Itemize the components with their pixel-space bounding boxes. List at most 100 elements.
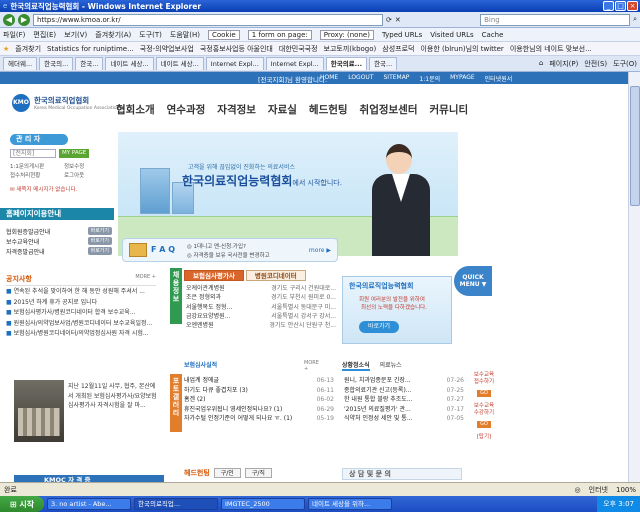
- forward-icon[interactable]: ▶: [18, 13, 30, 26]
- tab-hospital-coordinator[interactable]: 병원코디네이터: [245, 270, 306, 281]
- site-logo[interactable]: KMO 한국의료직업협회 Korea Medical Occupation As…: [12, 94, 120, 112]
- home-icon[interactable]: ⌂: [539, 59, 543, 69]
- gallery-caption[interactable]: 지난 12월11일 사무, 협주, 본산에서 개최된 보험심사평가사/요양보험심…: [68, 382, 160, 411]
- fav-item[interactable]: 이용한님의 네이트 맞보선...: [510, 44, 592, 54]
- logout-link[interactable]: 로그아웃: [64, 171, 114, 179]
- mainnav-about[interactable]: 협회소개: [116, 102, 155, 117]
- list-item[interactable]: 조은 정형외과 경기도 부천시 원미로 0...: [186, 293, 336, 302]
- maximize-button[interactable]: □: [615, 1, 626, 11]
- page-menu[interactable]: 페이지(P): [549, 59, 578, 69]
- tab-medical-news[interactable]: 의료뉴스: [380, 360, 402, 371]
- browser-tab[interactable]: 한국의...: [39, 57, 74, 70]
- taskbar-item[interactable]: 3. no artist - Abe...: [47, 498, 131, 510]
- visited-urls-button[interactable]: Visited URLs: [430, 31, 473, 39]
- system-tray-clock[interactable]: 오후 3:07: [597, 496, 640, 512]
- nav-inquiry[interactable]: 1:1문의: [419, 74, 440, 83]
- forms-dropdown[interactable]: 1 form on page:: [247, 29, 312, 40]
- tab-recruit[interactable]: 구/인: [213, 468, 241, 478]
- menu-help[interactable]: 도움말(H): [170, 30, 200, 40]
- zoom-level[interactable]: 100%: [616, 486, 636, 494]
- nav-logout[interactable]: LOGOUT: [348, 74, 373, 83]
- application-status-link[interactable]: 접수처리현황: [10, 171, 60, 179]
- promo-go-button[interactable]: 바로가기: [359, 321, 399, 333]
- shortcut-button[interactable]: 바로가기: [87, 247, 112, 255]
- notice-item[interactable]: ■ 원원심사/의약업보사업/병원코디네이터 보수교육일정...: [6, 319, 156, 329]
- taskbar-item-active[interactable]: 한국의료직업...: [134, 498, 218, 510]
- close-button[interactable]: ×: [627, 1, 638, 11]
- safety-menu[interactable]: 안전(S): [584, 59, 607, 69]
- edu-course-go-button[interactable]: GO: [477, 421, 491, 428]
- favorites-star-icon[interactable]: ★: [3, 45, 9, 53]
- list-item[interactable]: 하기도 다큐 좋겹치포 (3) 06-11: [184, 386, 334, 396]
- fav-item[interactable]: 국정홍보사업등 아울인대: [200, 44, 273, 54]
- url-input[interactable]: https://www.kmoa.or.kr/: [33, 13, 383, 26]
- list-item[interactable]: 내업계 정에글 06-13: [184, 376, 334, 386]
- menu-tools[interactable]: 도구(T): [139, 30, 162, 40]
- notice-item[interactable]: ■ 2015년 하계 휴가 공지로 입니다: [6, 298, 156, 308]
- nav-application[interactable]: 인터넷원서: [485, 74, 513, 83]
- menu-view[interactable]: 보기(V): [64, 30, 87, 40]
- mypage-button[interactable]: MY PAGE: [59, 149, 90, 158]
- taskbar-item[interactable]: 네이트 세상을 위하...: [308, 498, 392, 510]
- browser-tab[interactable]: Internet Expl...: [205, 57, 264, 70]
- mainnav-training[interactable]: 연수과정: [167, 102, 206, 117]
- mainnav-headhunting[interactable]: 헤드헌팅: [309, 102, 348, 117]
- mainnav-certification[interactable]: 자격정보: [217, 102, 256, 117]
- mainnav-library[interactable]: 자료실: [268, 102, 297, 117]
- browser-tab[interactable]: 네이트 세상...: [105, 57, 154, 70]
- fav-item[interactable]: 국정-의약업보사업: [140, 44, 194, 54]
- mainnav-community[interactable]: 커뮤니티: [430, 102, 469, 117]
- shortcut-button[interactable]: 바로가기: [87, 227, 112, 235]
- faq-more-link[interactable]: more ▶: [309, 247, 331, 254]
- top-link[interactable]: [탑기]: [464, 434, 504, 441]
- fav-item[interactable]: 보고토끼(kbogo): [324, 44, 377, 54]
- vertical-scrollbar[interactable]: [628, 72, 640, 496]
- fav-item[interactable]: 대한민국국정: [279, 44, 318, 54]
- scrollbar-thumb[interactable]: [630, 86, 640, 206]
- list-item[interactable]: '2015년 의료질평가' 관... 07-17: [344, 405, 464, 415]
- browser-tab[interactable]: 한국...: [75, 57, 104, 70]
- edu-apply-go-button[interactable]: GO: [477, 390, 491, 397]
- list-item[interactable]: 서울행복도 정형... 서울특별시 동대문구 미...: [186, 303, 336, 312]
- list-item[interactable]: 금강요요양병원... 서울특별시 강서구 강서...: [186, 312, 336, 321]
- gallery-photo[interactable]: [14, 380, 64, 442]
- list-item[interactable]: 한 내원 통합 블랑 추조도... 07-27: [344, 395, 464, 405]
- nav-sitemap[interactable]: SITEMAP: [383, 74, 409, 83]
- menu-edit[interactable]: 편집(E): [33, 30, 56, 40]
- news-more-link[interactable]: MORE +: [304, 360, 319, 372]
- inquiry-board-link[interactable]: 1:1문의게시판: [10, 162, 60, 170]
- search-input[interactable]: Bing: [480, 13, 631, 26]
- list-item[interactable]: 오케이관계병원 경기도 구리시 건원대로...: [186, 284, 336, 293]
- quick-menu-button[interactable]: QUICK MENU ▼: [454, 266, 492, 296]
- back-icon[interactable]: ◀: [3, 13, 15, 26]
- notice-item[interactable]: ■ 보험심사평가사/병원코디네이터 합격 보수교육...: [6, 308, 156, 318]
- nav-mypage[interactable]: MYPAGE: [450, 74, 475, 83]
- cookie-dropdown[interactable]: Cookie: [207, 29, 240, 40]
- fav-item[interactable]: 삼성프로덕: [382, 44, 414, 54]
- taskbar-item[interactable]: IMGTEC_2500: [221, 498, 305, 510]
- list-item[interactable]: 자가수털 인정기준이 어떻게 되나요 ㅠ. (1) 05-19: [184, 414, 334, 424]
- cache-button[interactable]: Cache: [482, 31, 504, 39]
- browser-tab-active[interactable]: 한국의료...: [325, 57, 368, 70]
- list-item[interactable]: 식약처 인정성 세안 및 통... 07-05: [344, 414, 464, 424]
- browser-tab[interactable]: 한국...: [369, 57, 398, 70]
- list-item[interactable]: 휴진국업우위됩니 영세인정되나요? (1) 06-29: [184, 405, 334, 415]
- shortcut-button[interactable]: 바로가기: [87, 237, 112, 245]
- refresh-icon[interactable]: ⟳: [386, 16, 392, 24]
- browser-tab[interactable]: Internet Expl...: [265, 57, 324, 70]
- menu-file[interactable]: 파일(F): [3, 30, 25, 40]
- nav-home[interactable]: HOME: [320, 74, 338, 83]
- notice-item[interactable]: ■ 연속된 추석을 맞이하여 한 해 동안 성원해 주셔서 ...: [6, 287, 156, 297]
- menu-favorites[interactable]: 즐겨찾기(A): [95, 30, 131, 40]
- faq-box[interactable]: F A Q ◎ 1대니고 맨-신청.가입? ◎ 자격증을 보유 국사전을 변경하…: [122, 238, 338, 262]
- search-icon[interactable]: ⌕: [633, 15, 637, 24]
- tab-association-news[interactable]: 상황정소식: [342, 360, 370, 371]
- list-item[interactable]: 원니, 치과업종문포 긴장... 07-26: [344, 376, 464, 386]
- tab-insurance-reviewer[interactable]: 보험심사평가사: [184, 270, 244, 281]
- typed-urls-button[interactable]: Typed URLs: [382, 31, 422, 39]
- fav-item[interactable]: Statistics for runiptime...: [47, 45, 134, 53]
- notice-item[interactable]: ■ 보험심사/병원코디네이터/의약업정심사원 자격 시험...: [6, 329, 156, 339]
- list-item[interactable]: 오엔엔병원 경기도 안산시 단원구 천...: [186, 321, 336, 330]
- mainnav-jobs[interactable]: 취업정보센터: [360, 102, 418, 117]
- edit-info-link[interactable]: 정보수정: [64, 162, 114, 170]
